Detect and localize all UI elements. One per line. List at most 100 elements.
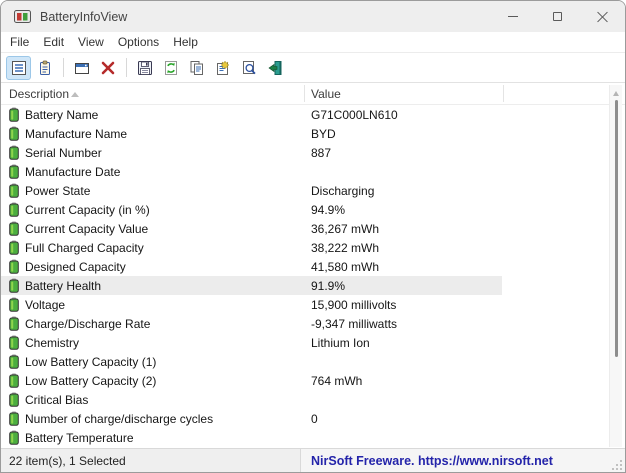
list-item[interactable]: Low Battery Capacity (1) — [1, 352, 625, 371]
menu-file[interactable]: File — [3, 33, 36, 51]
item-description: Power State — [25, 184, 311, 198]
column-divider[interactable] — [304, 85, 305, 102]
item-value: 91.9% — [311, 279, 625, 293]
list-item[interactable]: Chemistry Lithium Ion — [1, 333, 625, 352]
scrollbar-thumb[interactable] — [615, 100, 618, 357]
toolbar-separator — [63, 58, 64, 77]
battery-icon — [9, 183, 19, 198]
exit-button[interactable] — [262, 56, 287, 80]
item-description: Voltage — [25, 298, 311, 312]
menu-edit[interactable]: Edit — [36, 33, 71, 51]
find-button[interactable] — [236, 56, 261, 80]
resize-grip-icon[interactable] — [612, 459, 623, 470]
item-description: Low Battery Capacity (1) — [25, 355, 311, 369]
nirsoft-link-text: NirSoft Freeware. https://www.nirsoft.ne… — [311, 454, 553, 468]
battery-icon — [9, 297, 19, 312]
exit-icon — [267, 60, 283, 76]
window-title: BatteryInfoView — [40, 10, 127, 24]
item-value: G71C000LN610 — [311, 108, 625, 122]
minimize-icon — [508, 16, 518, 17]
list-item[interactable]: Battery Name G71C000LN610 — [1, 105, 625, 124]
list-item[interactable]: Designed Capacity 41,580 mWh — [1, 257, 625, 276]
battery-icon — [9, 202, 19, 217]
title-bar: BatteryInfoView — [1, 1, 625, 32]
list-body: Battery Name G71C000LN610 Manufacture Na… — [1, 105, 625, 450]
item-description: Charge/Discharge Rate — [25, 317, 311, 331]
menu-view[interactable]: View — [71, 33, 111, 51]
item-description: Low Battery Capacity (2) — [25, 374, 311, 388]
list-item[interactable]: Battery Temperature — [1, 428, 625, 447]
list-item[interactable]: Number of charge/discharge cycles 0 — [1, 409, 625, 428]
battery-icon — [9, 354, 19, 369]
item-description: Current Capacity (in %) — [25, 203, 311, 217]
battery-icon — [9, 373, 19, 388]
column-header-value[interactable]: Value — [311, 87, 341, 101]
status-bar: 22 item(s), 1 Selected NirSoft Freeware.… — [1, 448, 625, 472]
item-description: Manufacture Date — [25, 165, 311, 179]
column-divider[interactable] — [503, 85, 504, 102]
menu-help[interactable]: Help — [166, 33, 205, 51]
maximize-button[interactable] — [535, 1, 580, 32]
list-item[interactable]: Voltage 15,900 millivolts — [1, 295, 625, 314]
clipboard-report-icon — [37, 60, 53, 76]
status-item-count: 22 item(s), 1 Selected — [1, 449, 301, 472]
refresh-button[interactable] — [158, 56, 183, 80]
item-value: -9,347 milliwatts — [311, 317, 625, 331]
battery-icon — [9, 107, 19, 122]
list-item[interactable]: Full Charged Capacity 38,222 mWh — [1, 238, 625, 257]
close-icon — [597, 11, 608, 22]
battery-icon — [9, 221, 19, 236]
battery-icon — [9, 240, 19, 255]
item-description: Serial Number — [25, 146, 311, 160]
battery-icon — [9, 411, 19, 426]
find-icon — [241, 60, 257, 76]
list-header: Description Value — [1, 83, 625, 105]
window-controls — [490, 1, 625, 32]
list-item[interactable]: Serial Number 887 — [1, 143, 625, 162]
item-value: 15,900 millivolts — [311, 298, 625, 312]
close-button[interactable] — [580, 1, 625, 32]
details-view-button[interactable] — [6, 56, 31, 80]
properties-button[interactable] — [210, 56, 235, 80]
list-item[interactable]: Low Battery Capacity (2) 764 mWh — [1, 371, 625, 390]
item-description: Number of charge/discharge cycles — [25, 412, 311, 426]
maximize-icon — [553, 12, 562, 21]
delete-button[interactable] — [95, 56, 120, 80]
item-description: Chemistry — [25, 336, 311, 350]
item-description: Manufacture Name — [25, 127, 311, 141]
item-value: Lithium Ion — [311, 336, 625, 350]
item-description: Designed Capacity — [25, 260, 311, 274]
list-item[interactable]: Manufacture Name BYD — [1, 124, 625, 143]
vertical-scrollbar[interactable] — [609, 85, 622, 447]
list-item[interactable]: Charge/Discharge Rate -9,347 milliwatts — [1, 314, 625, 333]
item-description: Battery Name — [25, 108, 311, 122]
list-item[interactable]: Manufacture Date — [1, 162, 625, 181]
minimize-button[interactable] — [490, 1, 535, 32]
window-options-button[interactable] — [69, 56, 94, 80]
sort-ascending-icon — [71, 92, 79, 97]
window-options-icon — [74, 60, 90, 76]
battery-icon — [9, 126, 19, 141]
list-item[interactable]: Current Capacity Value 36,267 mWh — [1, 219, 625, 238]
item-value: Discharging — [311, 184, 625, 198]
scroll-up-icon[interactable] — [613, 91, 619, 96]
item-value: BYD — [311, 127, 625, 141]
battery-icon — [9, 335, 19, 350]
status-nirsoft-link[interactable]: NirSoft Freeware. https://www.nirsoft.ne… — [301, 449, 625, 472]
list-item[interactable]: Current Capacity (in %) 94.9% — [1, 200, 625, 219]
copy-button[interactable] — [184, 56, 209, 80]
menu-options[interactable]: Options — [111, 33, 166, 51]
toolbar — [1, 53, 625, 83]
clipboard-report-button[interactable] — [32, 56, 57, 80]
save-button[interactable] — [132, 56, 157, 80]
battery-icon — [9, 145, 19, 160]
battery-icon — [9, 278, 19, 293]
list-item[interactable]: Power State Discharging — [1, 181, 625, 200]
toolbar-separator — [126, 58, 127, 77]
status-count-text: 22 item(s), 1 Selected — [9, 454, 126, 468]
item-value: 764 mWh — [311, 374, 625, 388]
list-item[interactable]: Battery Health 91.9% — [1, 276, 625, 295]
copy-icon — [189, 60, 205, 76]
column-header-description[interactable]: Description — [9, 87, 69, 101]
list-item[interactable]: Critical Bias — [1, 390, 625, 409]
